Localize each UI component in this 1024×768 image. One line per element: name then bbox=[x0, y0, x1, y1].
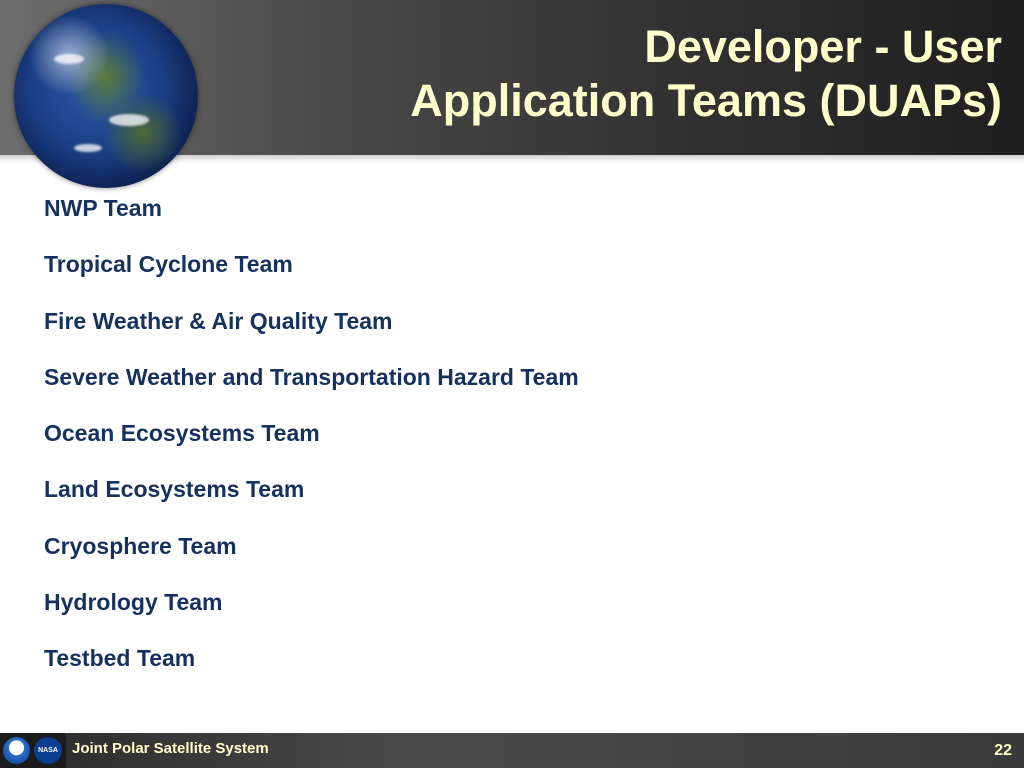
cloud-decoration bbox=[54, 54, 84, 64]
list-item: Hydrology Team bbox=[44, 589, 223, 616]
list-item: Testbed Team bbox=[44, 645, 196, 672]
footer-program-name: Joint Polar Satellite System bbox=[72, 740, 269, 757]
page-number: 22 bbox=[994, 742, 1012, 759]
team-list: NWP Team Tropical Cyclone Team Fire Weat… bbox=[44, 190, 579, 697]
earth-globe-icon bbox=[14, 4, 198, 188]
list-item: Severe Weather and Transportation Hazard… bbox=[44, 363, 579, 390]
list-item: Fire Weather & Air Quality Team bbox=[44, 307, 393, 334]
footer-logos: NASA bbox=[0, 733, 66, 768]
title-line-1: Developer - User bbox=[644, 21, 1002, 72]
nasa-logo-icon: NASA bbox=[34, 737, 62, 764]
cloud-decoration bbox=[74, 144, 102, 152]
list-item: Land Ecosystems Team bbox=[44, 476, 305, 503]
cloud-decoration bbox=[109, 114, 149, 126]
list-item: Ocean Ecosystems Team bbox=[44, 420, 320, 447]
list-item: Tropical Cyclone Team bbox=[44, 251, 293, 278]
list-item: NWP Team bbox=[44, 195, 163, 221]
slide-title: Developer - User Application Teams (DUAP… bbox=[302, 20, 1002, 128]
list-item: Cryosphere Team bbox=[44, 532, 237, 559]
slide-footer: NASA Joint Polar Satellite System 22 bbox=[0, 733, 1024, 768]
noaa-logo-icon bbox=[3, 737, 30, 764]
title-line-2: Application Teams (DUAPs) bbox=[410, 75, 1002, 126]
